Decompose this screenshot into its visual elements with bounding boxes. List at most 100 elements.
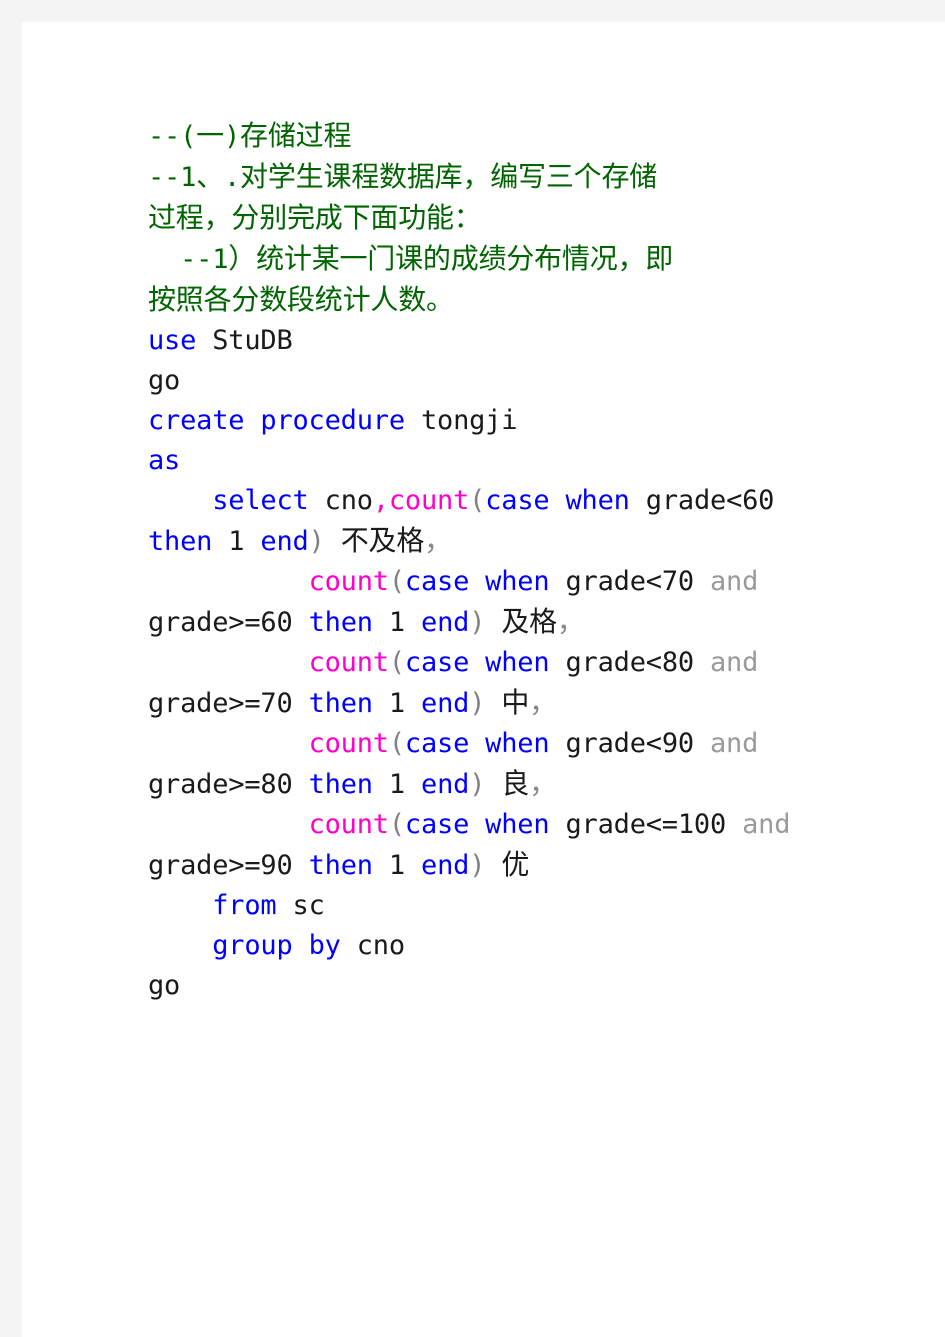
sql-token: cno [324, 485, 373, 516]
sql-code-line[interactable]: from sc [148, 886, 848, 926]
sql-token: 良 [501, 767, 530, 800]
sql-code-line[interactable]: create procedure tongji [148, 401, 848, 441]
sql-token: ) [469, 607, 486, 638]
sql-token: grade [148, 850, 229, 881]
sql-code-listing[interactable]: --(一)存储过程 --1、.对学生课程数据库，编写三个存储 过程，分别完成下面功能… [148, 116, 848, 1006]
sql-token: group by [212, 930, 341, 961]
sql-code-line[interactable]: go [148, 966, 848, 1006]
sql-token: grade [148, 769, 229, 800]
sql-comment-line[interactable]: --1）统计某一门课的成绩分布情况，即 [148, 239, 848, 280]
sql-token: 不及格 [340, 524, 425, 557]
sql-code-line[interactable]: count(case when grade<=100 and grade>=90… [148, 805, 848, 886]
sql-token: grade [565, 809, 646, 840]
sql-comment-line[interactable]: 过程，分别完成下面功能： [148, 198, 848, 239]
comment-text: 按照各分数段统计人数。 [148, 283, 454, 316]
sql-token: ( [388, 728, 405, 759]
sql-token: 60 [260, 607, 293, 638]
sql-token: as [148, 445, 181, 476]
sql-token: >= [228, 688, 261, 719]
sql-token: 90 [661, 728, 694, 759]
comment-text: --1、.对学生课程数据库，编写三个存储 [148, 160, 658, 193]
sql-code-line[interactable]: count(case when grade<90 and grade>=80 t… [148, 724, 848, 805]
sql-token: select [212, 485, 309, 516]
sql-token: case when [404, 566, 550, 597]
sql-token: end [421, 769, 470, 800]
sql-token: ( [388, 566, 405, 597]
sql-code-line[interactable]: use StuDB [148, 321, 848, 361]
sql-code-line[interactable]: as [148, 441, 848, 481]
sql-token: case when [404, 647, 550, 678]
sql-token: grade [148, 688, 229, 719]
sql-token: end [421, 607, 470, 638]
sql-token: then [148, 526, 213, 557]
sql-comment-line[interactable]: 按照各分数段统计人数。 [148, 280, 848, 321]
sql-token: ( [388, 809, 405, 840]
sql-token: count [308, 566, 389, 597]
sql-token: end [421, 688, 470, 719]
sql-token: 70 [260, 688, 293, 719]
sql-token: and [710, 647, 759, 678]
sql-token: then [308, 607, 373, 638]
sql-token: then [308, 850, 373, 881]
sql-token: count [388, 485, 470, 516]
comment-text: --1）统计某一门课的成绩分布情况，即 [148, 242, 674, 275]
sql-token: < [645, 566, 662, 597]
sql-code-line[interactable]: go [148, 361, 848, 401]
sql-token: then [308, 769, 373, 800]
sql-token: case when [404, 728, 550, 759]
sql-token: , [372, 485, 389, 516]
sql-code-line[interactable]: group by cno [148, 926, 848, 966]
sql-comment-line[interactable]: --1、.对学生课程数据库，编写三个存储 [148, 157, 848, 198]
sql-comment-line[interactable]: --(一)存储过程 [148, 116, 848, 157]
sql-token: and [710, 566, 759, 597]
sql-token: end [260, 526, 309, 557]
sql-token: ) [469, 688, 486, 719]
sql-token: 中 [501, 686, 530, 719]
sql-token: go [148, 365, 181, 396]
sql-token: 1 [388, 607, 405, 638]
sql-token: ， [424, 524, 452, 557]
sql-token: 优 [501, 848, 530, 881]
sql-token: ， [529, 767, 557, 800]
sql-token: then [308, 688, 373, 719]
sql-token: 90 [260, 850, 293, 881]
sql-token: use [148, 325, 197, 356]
comment-text: 过程，分别完成下面功能： [148, 201, 482, 234]
sql-code-line[interactable]: count(case when grade<80 and grade>=70 t… [148, 643, 848, 724]
sql-token: 1 [388, 769, 405, 800]
sql-code-line[interactable]: select cno,count(case when grade<60 then… [148, 481, 848, 562]
sql-token: < [726, 485, 743, 516]
sql-token: sc [292, 890, 325, 921]
sql-code-line[interactable]: count(case when grade<70 and grade>=60 t… [148, 562, 848, 643]
sql-token: >= [228, 850, 261, 881]
sql-token: 70 [661, 566, 694, 597]
sql-token: >= [228, 607, 261, 638]
sql-token: 及格 [501, 605, 557, 638]
